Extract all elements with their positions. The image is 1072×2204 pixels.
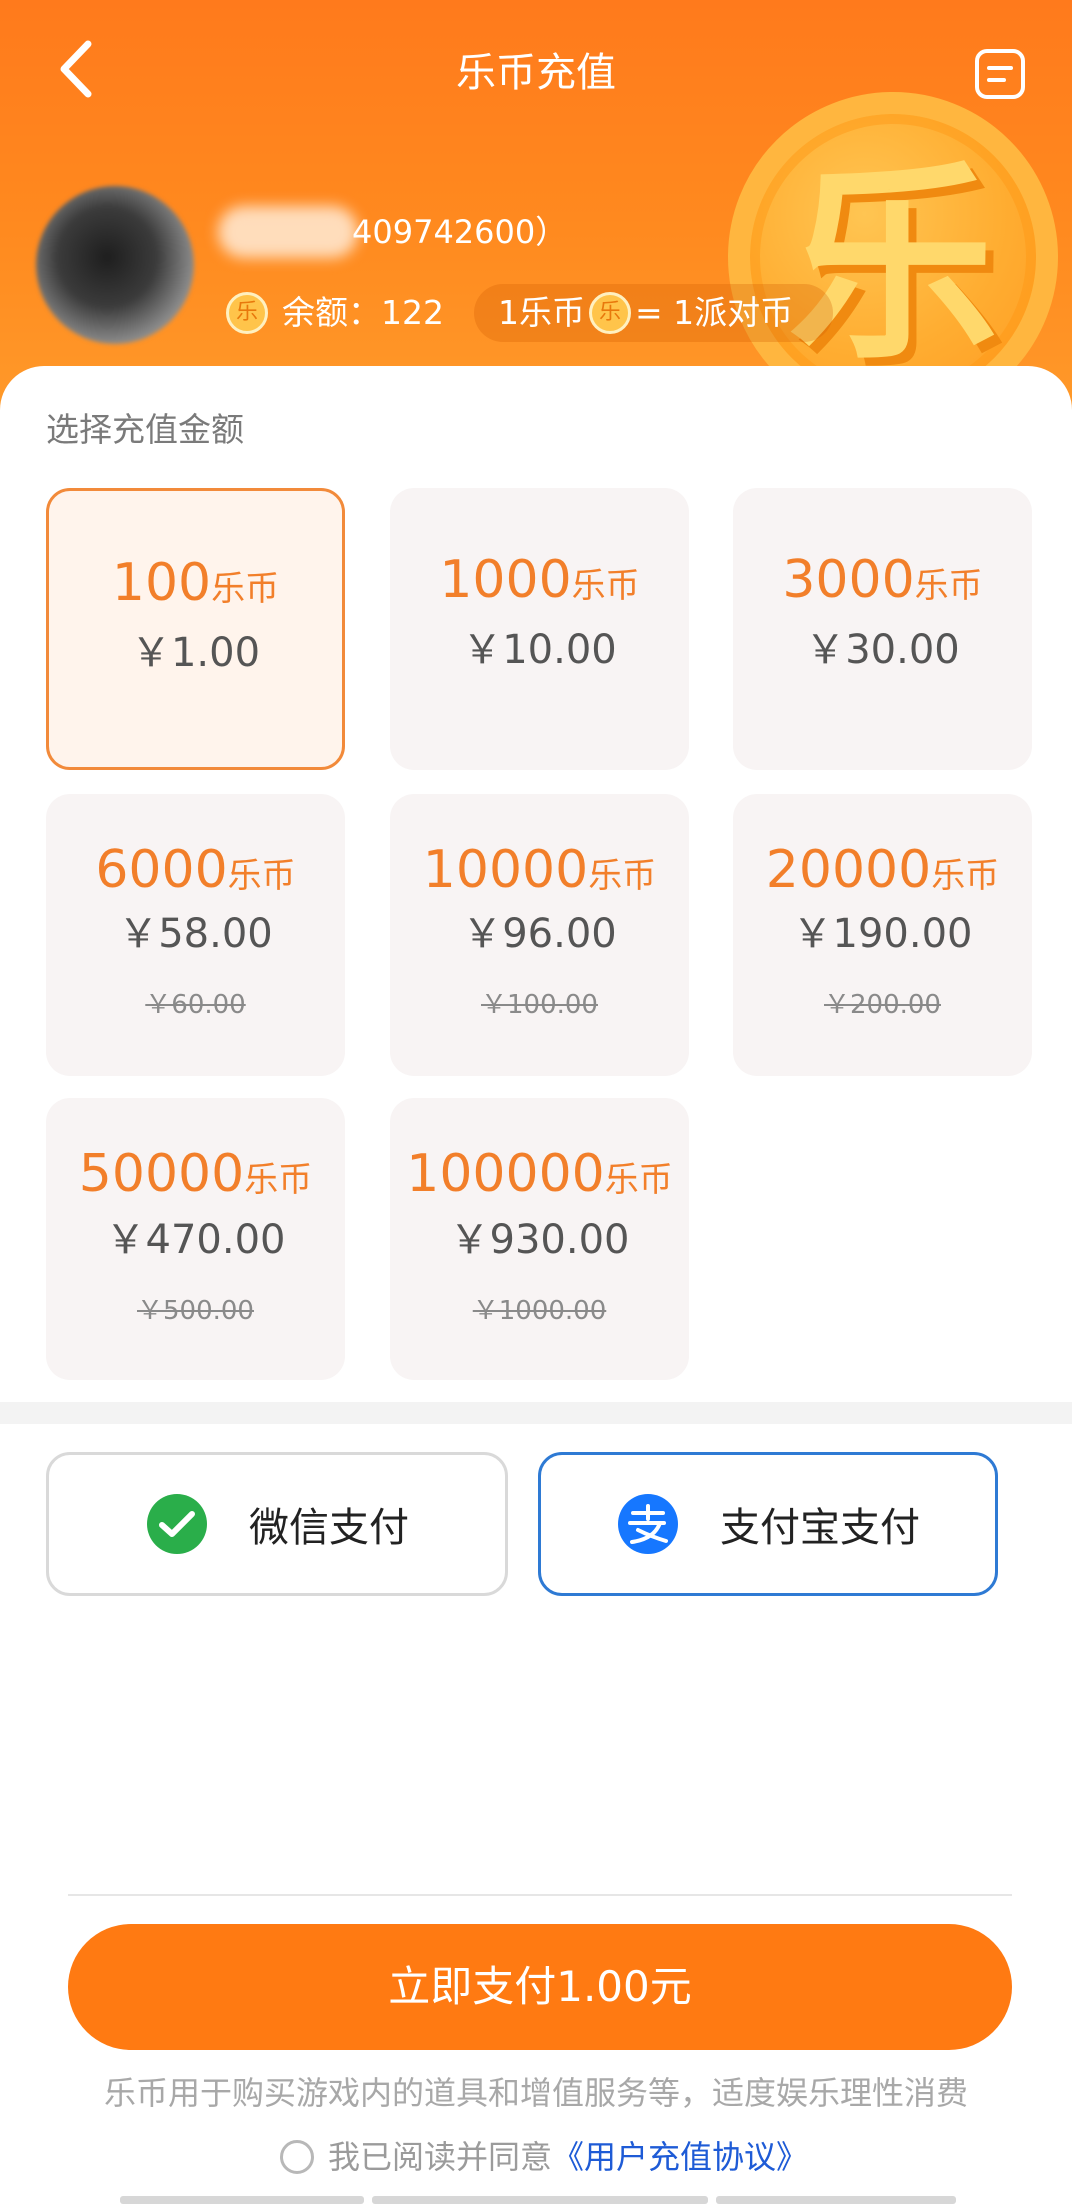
package-original-price: ￥500.00 (137, 1296, 254, 1326)
agreement-checkbox[interactable] (280, 2140, 314, 2174)
page-title: 乐币充值 (456, 50, 616, 96)
bottom-tab-stub (372, 2196, 708, 2204)
order-list-button[interactable] (974, 48, 1026, 100)
package-price: ￥58.00 (118, 911, 273, 957)
package-coins: 10000乐币 (422, 840, 657, 900)
package-price: ￥10.00 (462, 627, 617, 673)
package-tile-20000[interactable]: 20000乐币 ￥190.00 ￥200.00 (733, 794, 1032, 1076)
package-tile-3000[interactable]: 3000乐币 ￥30.00 (733, 488, 1032, 770)
recharge-panel: 选择充值金额 100乐币 ￥1.00 1000乐币 ￥10.00 3000乐币 … (0, 366, 1072, 1406)
package-price: ￥470.00 (105, 1217, 286, 1263)
package-coins: 1000乐币 (439, 550, 640, 610)
package-price: ￥1.00 (130, 630, 261, 676)
divider (68, 1894, 1012, 1896)
coin-decoration-glyph: 乐 (787, 143, 998, 388)
package-tile-10000[interactable]: 10000乐币 ￥96.00 ￥100.00 (390, 794, 689, 1076)
alipay-icon (618, 1494, 678, 1554)
exchange-rate-pill: 1乐币 乐 = 1派对币 (474, 284, 834, 342)
package-coins: 6000乐币 (95, 840, 296, 900)
coin-icon: 乐 (589, 292, 631, 334)
balance-label: 余额： (282, 293, 381, 332)
package-price: ￥930.00 (449, 1217, 630, 1263)
wechat-pay-button[interactable]: 微信支付 (46, 1452, 508, 1596)
consumption-notice: 乐币用于购买游戏内的道具和增值服务等，适度娱乐理性消费 (103, 2074, 968, 2112)
package-price: ￥96.00 (462, 911, 617, 957)
bottom-tab-stub (120, 2196, 364, 2204)
rate-left: 1乐币 (498, 293, 585, 332)
package-tile-6000[interactable]: 6000乐币 ￥58.00 ￥60.00 (46, 794, 345, 1076)
pay-now-button[interactable]: 立即支付1.00元 (68, 1924, 1012, 2050)
user-id: 409742600） (352, 213, 568, 251)
agreement-link[interactable]: 《用户充值协议》 (552, 2136, 808, 2178)
header: 乐 乐币充值 409742600） 乐 余额： 122 1乐币 乐 = 1派对币 (0, 0, 1072, 420)
wechat-pay-icon (147, 1494, 207, 1554)
order-list-icon (975, 49, 1025, 99)
coin-icon: 乐 (226, 292, 268, 334)
package-tile-1000[interactable]: 1000乐币 ￥10.00 (390, 488, 689, 770)
agreement-row: 我已阅读并同意 《用户充值协议》 (280, 2136, 808, 2178)
package-tile-100[interactable]: 100乐币 ￥1.00 (46, 488, 345, 770)
user-name-redacted (218, 206, 358, 258)
package-original-price: ￥60.00 (145, 990, 246, 1020)
package-price: ￥190.00 (792, 911, 973, 957)
package-original-price: ￥100.00 (481, 990, 598, 1020)
package-coins: 20000乐币 (765, 840, 1000, 900)
package-original-price: ￥200.00 (824, 990, 941, 1020)
balance: 乐 余额： 122 (226, 290, 444, 336)
package-tile-100000[interactable]: 100000乐币 ￥930.00 ￥1000.00 (390, 1098, 689, 1380)
bottom-tab-stub (716, 2196, 956, 2204)
package-price: ￥30.00 (805, 627, 960, 673)
section-label: 选择充值金额 (46, 410, 244, 449)
package-original-price: ￥1000.00 (472, 1296, 607, 1326)
package-coins: 50000乐币 (78, 1144, 313, 1204)
package-coins: 3000乐币 (782, 550, 983, 610)
alipay-label: 支付宝支付 (720, 1505, 920, 1551)
agreement-prefix: 我已阅读并同意 (328, 2138, 553, 2176)
alipay-button[interactable]: 支付宝支付 (538, 1452, 998, 1596)
package-tile-50000[interactable]: 50000乐币 ￥470.00 ￥500.00 (46, 1098, 345, 1380)
balance-value: 122 (381, 293, 444, 332)
section-divider (0, 1402, 1072, 1424)
package-coins: 100乐币 (111, 553, 280, 613)
wechat-pay-label: 微信支付 (249, 1505, 409, 1551)
package-coins: 100000乐币 (406, 1144, 673, 1204)
rate-right: = 1派对币 (635, 293, 794, 332)
avatar[interactable] (36, 186, 194, 344)
